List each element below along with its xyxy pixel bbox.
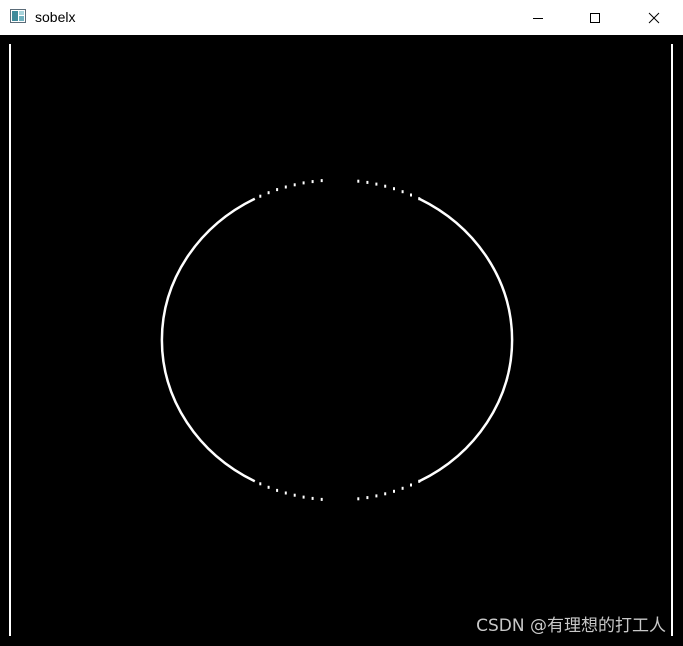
circle-edge-dot [401, 486, 404, 490]
left-edge-line [9, 44, 11, 636]
circle-edge-dot [293, 493, 296, 497]
circle-edge-dot [276, 188, 279, 192]
circle-edge-dot [410, 193, 412, 197]
circle-edge-dot [393, 187, 395, 191]
circle-edge-dot [418, 197, 421, 201]
circle-edge-dot [276, 488, 279, 492]
circle-edge-dot [375, 494, 378, 498]
circle-edge-dot [302, 181, 305, 185]
circle-edge-dot [393, 489, 395, 493]
opencv-window-icon [10, 9, 26, 23]
circle-edge-dot [320, 179, 323, 183]
right-edge-line [671, 44, 673, 636]
minimize-icon [533, 17, 543, 19]
watermark-text: CSDN @有理想的打工人 [476, 616, 666, 636]
circle-edge-dot [311, 180, 314, 184]
circle-edge-dot [366, 180, 369, 184]
maximize-icon [590, 12, 600, 23]
circle-edge-dot [366, 496, 369, 500]
app-window: sobelx CSDN @有理想的打工人 [0, 0, 683, 646]
sobel-edge-image [0, 35, 683, 646]
circle-edge-dot [401, 190, 404, 194]
title-bar[interactable]: sobelx [0, 0, 683, 35]
circle-edge-dot [357, 179, 360, 183]
circle-edge-dot [375, 182, 378, 186]
circle-edge-dot [410, 483, 412, 487]
maximize-button[interactable] [566, 0, 624, 35]
close-button[interactable] [625, 0, 683, 35]
close-icon [648, 12, 660, 23]
circle-edge-dot [284, 491, 287, 495]
circle-edge-dot [259, 482, 262, 486]
circle-edge-dot [284, 185, 287, 189]
window-title: sobelx [35, 9, 76, 25]
circle-edge-dot [293, 183, 296, 187]
circle-edge-dot [267, 485, 270, 489]
circle-edge-dot [302, 495, 305, 499]
circle-edge-dot [267, 191, 270, 195]
circle-edge-dot [384, 492, 387, 496]
circle-edge-dot [384, 184, 387, 188]
circle-edge-dot [357, 497, 360, 501]
image-display: CSDN @有理想的打工人 [0, 35, 683, 646]
circle-edge-dot [418, 479, 421, 483]
circle-edge-dot [320, 497, 323, 501]
circle-edge-dot [311, 496, 314, 500]
circle-edge-dot [259, 194, 262, 198]
minimize-button[interactable] [509, 0, 567, 35]
